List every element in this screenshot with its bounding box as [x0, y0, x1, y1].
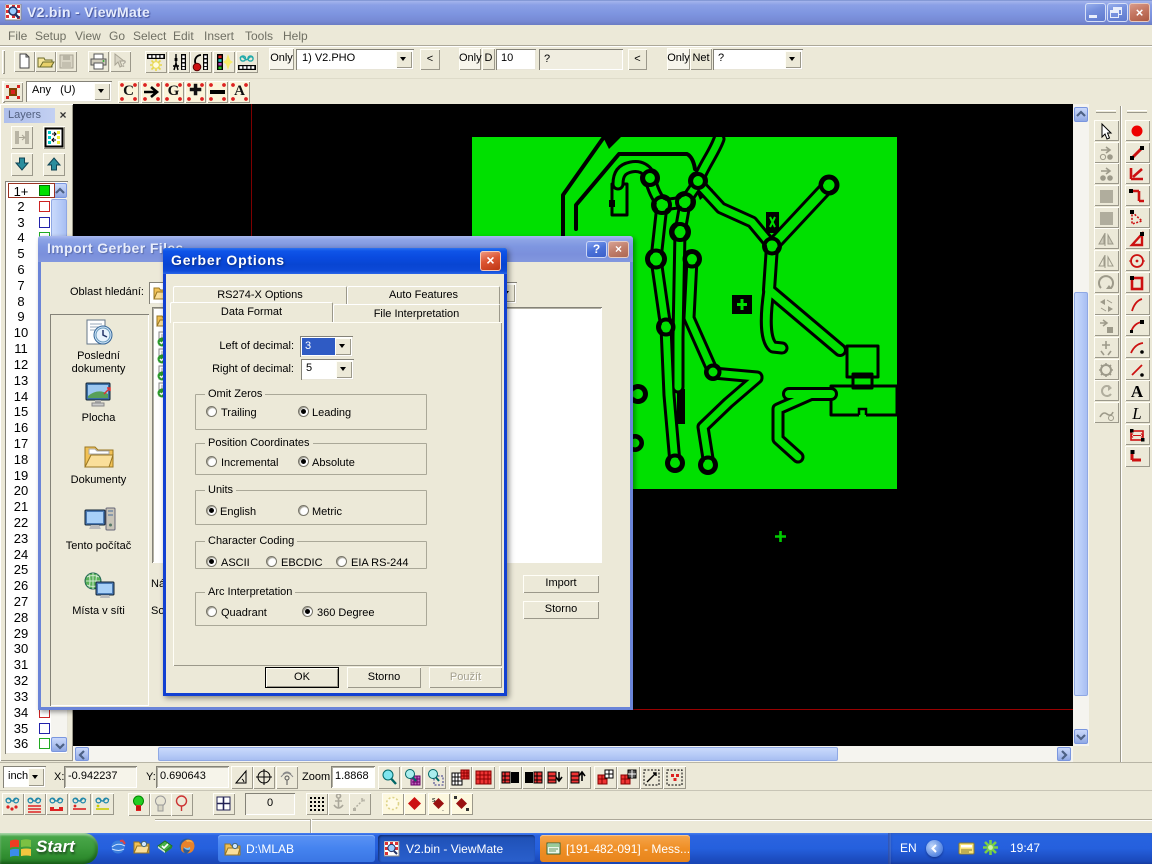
svg-text:s: s [432, 797, 436, 804]
svg-text:?: ? [121, 58, 127, 70]
svg-text:L: L [1131, 404, 1141, 423]
svg-text:.: . [442, 806, 444, 813]
svg-text:A: A [1131, 382, 1144, 401]
